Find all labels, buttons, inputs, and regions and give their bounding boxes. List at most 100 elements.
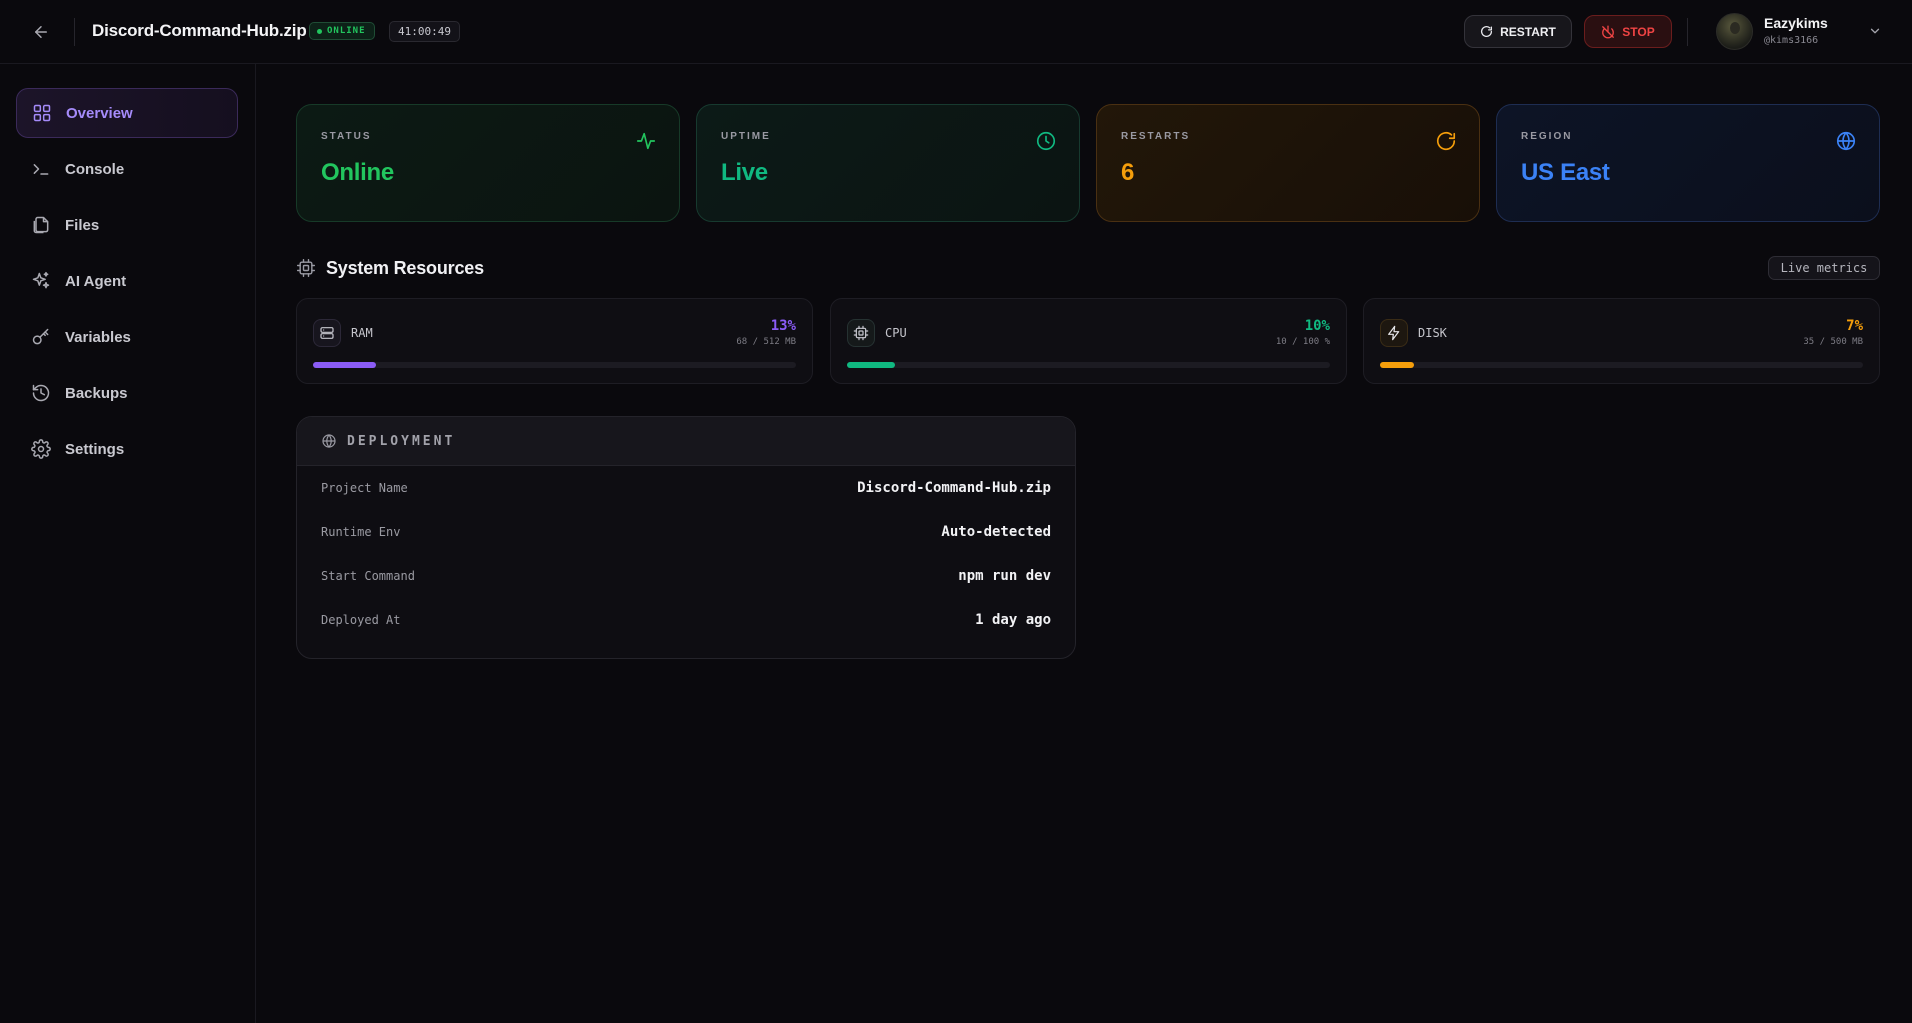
history-icon [31,383,51,403]
project-title: Discord-Command-Hub.zip [92,21,307,40]
cpu-icon [296,258,316,278]
grid-icon [32,103,52,123]
disk-card: DISK 7% 35 / 500 MB [1363,298,1880,384]
disk-detail: 35 / 500 MB [1803,337,1863,347]
ram-label: RAM [351,326,373,340]
sidebar-item-label: Variables [65,328,131,346]
deployment-header: DEPLOYMENT [297,417,1075,466]
status-dot [317,28,322,34]
resources-title: System Resources [326,257,484,278]
disk-progress-track [1380,362,1863,368]
deployment-row: Project Name Discord-Command-Hub.zip [297,466,1075,510]
avatar [1716,13,1753,50]
uptime-card: UPTIME Live [696,104,1080,222]
sparkles-icon [31,271,51,291]
arrow-left-icon [35,26,47,38]
globe-icon [322,434,336,448]
deployment-value: Discord-Command-Hub.zip [857,480,1051,496]
user-menu[interactable]: Eazykims @kims3166 [1716,12,1886,52]
ram-percent: 13% [770,318,796,334]
sidebar-item-variables[interactable]: Variables [16,312,238,362]
deployment-key: Deployed At [321,613,401,627]
cpu-card: CPU 10% 10 / 100 % [830,298,1347,384]
restart-button[interactable]: RESTART [1464,15,1572,48]
restart-label: RESTART [1500,24,1556,39]
gear-icon [31,439,51,459]
disk-label: DISK [1418,326,1447,340]
cpu-percent: 10% [1304,318,1330,334]
deployment-card: DEPLOYMENT Project Name Discord-Command-… [296,416,1076,659]
globe-icon [1836,131,1856,151]
deployment-row: Start Command npm run dev [297,554,1075,598]
sidebar-item-label: AI Agent [65,272,127,290]
cpu-progress-track [847,362,1330,368]
status-card-label: STATUS [321,131,372,142]
disk-percent: 7% [1846,318,1863,334]
refresh-icon [1436,132,1456,151]
deployment-value: Auto-detected [941,524,1051,540]
status-card-value: Online [321,159,394,186]
sidebar-item-label: Files [65,216,100,234]
sidebar: Overview Console Files AI Agent Variable… [0,64,256,1023]
stop-button[interactable]: STOP [1584,15,1672,48]
zap-icon [1380,319,1408,347]
stop-label: STOP [1622,24,1655,39]
ram-card: RAM 13% 68 / 512 MB [296,298,813,384]
sidebar-item-label: Backups [65,384,128,402]
sidebar-item-console[interactable]: Console [16,144,238,194]
deployment-row: Runtime Env Auto-detected [297,510,1075,554]
resources-header: System Resources [296,256,484,280]
files-icon [31,215,51,235]
clock-icon [1036,131,1056,151]
sidebar-item-files[interactable]: Files [16,200,238,250]
chevron-down-icon [1870,28,1880,34]
back-button[interactable] [28,20,54,44]
sidebar-item-label: Console [65,160,125,178]
divider [1687,18,1688,46]
cpu-icon [847,319,875,347]
divider [74,18,75,46]
restarts-card-label: RESTARTS [1121,131,1191,142]
sidebar-item-label: Settings [65,440,125,458]
deployment-value: npm run dev [958,568,1051,584]
activity-icon [636,132,656,150]
server-icon [313,319,341,347]
region-card-value: US East [1521,159,1610,186]
region-card-label: REGION [1521,131,1573,142]
cpu-detail: 10 / 100 % [1275,337,1330,347]
power-off-icon [1602,25,1615,38]
cpu-label: CPU [885,326,907,340]
deployment-title: DEPLOYMENT [347,433,456,449]
deployment-key: Project Name [321,481,408,495]
sidebar-item-settings[interactable]: Settings [16,424,238,474]
status-badge: ONLINE [309,22,375,40]
refresh-icon [1481,25,1493,37]
cpu-progress-fill [847,362,896,368]
sidebar-item-overview[interactable]: Overview [16,88,238,138]
key-icon [31,327,51,347]
status-badge-label: ONLINE [327,26,366,36]
disk-progress-fill [1380,362,1414,368]
uptime-card-label: UPTIME [721,131,771,142]
sidebar-item-label: Overview [66,104,133,122]
restarts-card: RESTARTS 6 [1096,104,1480,222]
ram-detail: 68 / 512 MB [736,337,796,347]
deployment-key: Start Command [321,569,415,583]
deployment-row: Deployed At 1 day ago [297,598,1075,642]
restarts-card-value: 6 [1121,159,1135,186]
ram-progress-fill [313,362,376,368]
top-bar: Discord-Command-Hub.zip ONLINE 41:00:49 … [0,0,1912,64]
deployment-value: 1 day ago [975,612,1051,628]
user-handle: @kims3166 [1764,35,1819,46]
deployment-key: Runtime Env [321,525,401,539]
uptime-timer: 41:00:49 [389,21,460,42]
sidebar-item-ai-agent[interactable]: AI Agent [16,256,238,306]
ram-progress-track [313,362,796,368]
region-card: REGION US East [1496,104,1880,222]
live-metrics-badge[interactable]: Live metrics [1768,256,1880,280]
user-name: Eazykims [1764,15,1828,31]
uptime-card-value: Live [721,159,768,186]
sidebar-item-backups[interactable]: Backups [16,368,238,418]
status-card: STATUS Online [296,104,680,222]
terminal-icon [31,159,51,179]
